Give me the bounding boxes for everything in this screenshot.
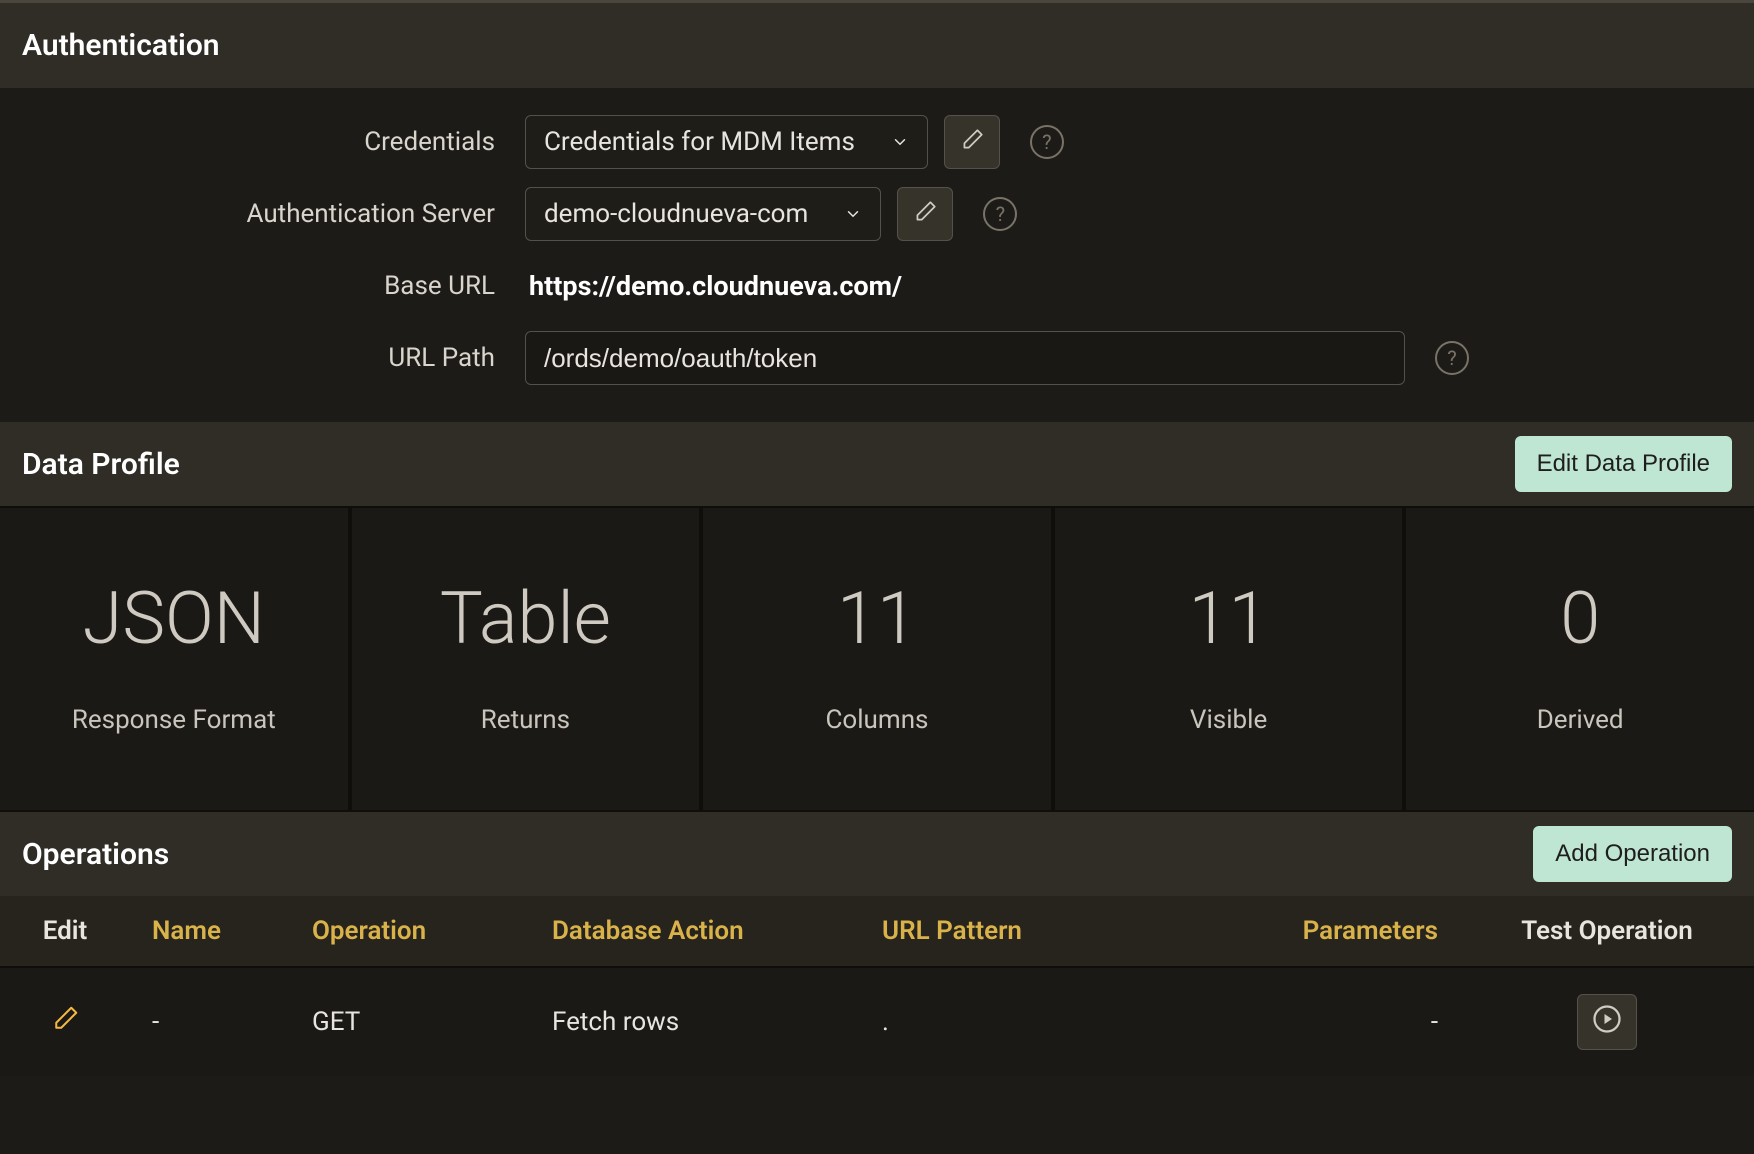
data-profile-title: Data Profile	[22, 447, 180, 482]
card-value: 0	[1560, 583, 1600, 655]
row-edit-button[interactable]	[50, 1011, 80, 1041]
card-label: Derived	[1537, 705, 1624, 735]
url-path-label: URL Path	[0, 343, 525, 373]
pencil-icon	[959, 127, 985, 157]
card-derived[interactable]: 0 Derived	[1406, 508, 1754, 810]
col-operation[interactable]: Operation	[290, 896, 530, 967]
chevron-down-icon	[873, 116, 927, 168]
card-value: Table	[440, 583, 611, 655]
card-value: JSON	[83, 583, 265, 655]
url-path-help-icon[interactable]: ?	[1435, 341, 1469, 375]
authentication-title: Authentication	[22, 28, 220, 63]
authentication-form: Credentials Credentials for MDM Items ? …	[0, 88, 1754, 422]
row-edit-cell	[0, 967, 130, 1076]
auth-server-row: Authentication Server demo-cloudnueva-co…	[0, 178, 1754, 250]
row-database-action: Fetch rows	[530, 967, 860, 1076]
edit-data-profile-button[interactable]: Edit Data Profile	[1515, 436, 1732, 492]
card-label: Response Format	[72, 705, 276, 735]
operations-header-row: Edit Name Operation Database Action URL …	[0, 896, 1754, 967]
card-visible[interactable]: 11 Visible	[1055, 508, 1403, 810]
row-url-pattern: .	[860, 967, 1180, 1076]
auth-server-help-icon[interactable]: ?	[983, 197, 1017, 231]
col-name[interactable]: Name	[130, 896, 290, 967]
row-parameters: -	[1180, 967, 1460, 1076]
base-url-row: Base URL https://demo.cloudnueva.com/	[0, 250, 1754, 322]
col-edit[interactable]: Edit	[0, 896, 130, 967]
table-row: - GET Fetch rows . -	[0, 967, 1754, 1076]
credentials-select-value: Credentials for MDM Items	[526, 116, 873, 168]
data-profile-section-header: Data Profile Edit Data Profile	[0, 422, 1754, 506]
credentials-row: Credentials Credentials for MDM Items ?	[0, 106, 1754, 178]
card-response-format[interactable]: JSON Response Format	[0, 508, 348, 810]
row-operation: GET	[290, 967, 530, 1076]
auth-server-select[interactable]: demo-cloudnueva-com	[525, 187, 881, 241]
row-name: -	[130, 967, 290, 1076]
card-columns[interactable]: 11 Columns	[703, 508, 1051, 810]
auth-server-label: Authentication Server	[0, 199, 525, 229]
card-returns[interactable]: Table Returns	[352, 508, 700, 810]
base-url-value: https://demo.cloudnueva.com/	[525, 270, 902, 302]
url-path-row: URL Path ?	[0, 322, 1754, 394]
pencil-icon	[50, 1011, 80, 1041]
url-path-input[interactable]	[525, 331, 1405, 385]
row-test-cell	[1460, 967, 1754, 1076]
credentials-label: Credentials	[0, 127, 525, 157]
card-label: Returns	[481, 705, 570, 735]
data-profile-cards: JSON Response Format Table Returns 11 Co…	[0, 506, 1754, 812]
operations-section-header: Operations Add Operation	[0, 812, 1754, 896]
card-value: 11	[1189, 583, 1269, 655]
col-url-pattern[interactable]: URL Pattern	[860, 896, 1180, 967]
operations-table: Edit Name Operation Database Action URL …	[0, 896, 1754, 1076]
credentials-help-icon[interactable]: ?	[1030, 125, 1064, 159]
authentication-section-header: Authentication	[0, 0, 1754, 88]
auth-server-edit-button[interactable]	[897, 187, 953, 241]
pencil-icon	[912, 199, 938, 229]
credentials-select[interactable]: Credentials for MDM Items	[525, 115, 928, 169]
credentials-edit-button[interactable]	[944, 115, 1000, 169]
auth-server-select-value: demo-cloudnueva-com	[526, 188, 826, 240]
play-icon	[1592, 1004, 1622, 1041]
col-test-operation[interactable]: Test Operation	[1460, 896, 1754, 967]
card-value: 11	[837, 583, 917, 655]
chevron-down-icon	[826, 188, 880, 240]
col-parameters[interactable]: Parameters	[1180, 896, 1460, 967]
test-operation-button[interactable]	[1577, 994, 1637, 1050]
add-operation-button[interactable]: Add Operation	[1533, 826, 1732, 882]
card-label: Columns	[825, 705, 928, 735]
card-label: Visible	[1190, 705, 1267, 735]
operations-title: Operations	[22, 837, 169, 872]
base-url-label: Base URL	[0, 271, 525, 301]
col-database-action[interactable]: Database Action	[530, 896, 860, 967]
